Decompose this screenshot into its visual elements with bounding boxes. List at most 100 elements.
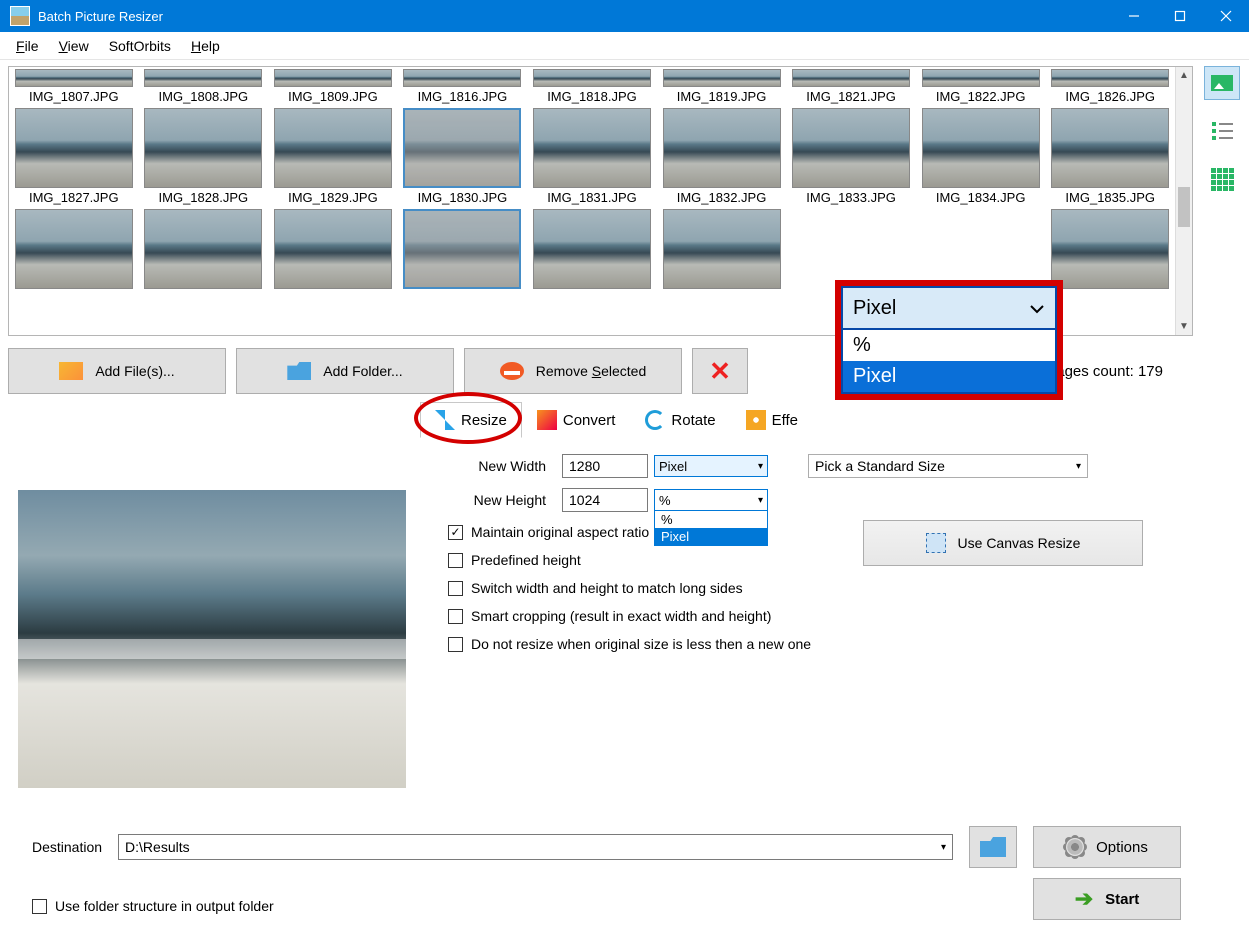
- menu-file[interactable]: File: [6, 34, 49, 58]
- chevron-down-icon: ▾: [758, 461, 763, 472]
- zoom-combo[interactable]: Pixel: [841, 286, 1057, 330]
- standard-size-label: Pick a Standard Size: [815, 458, 945, 474]
- view-list-button[interactable]: [1204, 114, 1240, 148]
- resize-icon: [435, 410, 455, 430]
- maximize-button[interactable]: [1157, 0, 1203, 32]
- tab-resize[interactable]: Resize: [420, 402, 522, 438]
- thumbnail-image[interactable]: [922, 69, 1040, 87]
- width-unit-combo[interactable]: Pixel ▾: [654, 455, 768, 477]
- checkbox-icon: [448, 609, 463, 624]
- list-view-icon: [1212, 122, 1233, 140]
- thumbnail-label: IMG_1834.JPG: [936, 190, 1026, 205]
- convert-icon: [537, 410, 557, 430]
- use-canvas-resize-button[interactable]: Use Canvas Resize: [863, 520, 1143, 566]
- tab-rotate[interactable]: Rotate: [630, 402, 730, 438]
- preview-image: [18, 490, 406, 788]
- thumbnail-image[interactable]: [663, 209, 781, 289]
- new-height-label: New Height: [426, 492, 546, 508]
- smart-crop-checkbox[interactable]: Smart cropping (result in exact width an…: [448, 608, 1193, 624]
- thumbnail-image[interactable]: [15, 69, 133, 87]
- new-height-input[interactable]: [562, 488, 648, 512]
- add-files-label: Add File(s)...: [95, 363, 174, 379]
- clear-all-button[interactable]: ✕: [692, 348, 748, 394]
- new-width-input[interactable]: [562, 454, 648, 478]
- thumbnail-image[interactable]: [533, 209, 651, 289]
- do-not-resize-label: Do not resize when original size is less…: [471, 636, 811, 652]
- unit-option-pixel[interactable]: Pixel: [655, 528, 767, 545]
- thumbnail-image[interactable]: [144, 69, 262, 87]
- app-icon: [10, 6, 30, 26]
- minimize-button[interactable]: [1111, 0, 1157, 32]
- zoom-dropdown-callout: Pixel % Pixel: [835, 280, 1063, 400]
- switch-wh-checkbox[interactable]: Switch width and height to match long si…: [448, 580, 1193, 596]
- thumbnail-image[interactable]: [663, 69, 781, 87]
- thumbnail-scrollbar[interactable]: ▲ ▼: [1175, 67, 1192, 335]
- zoom-option-percent[interactable]: %: [843, 330, 1055, 361]
- thumbnail-image[interactable]: [1051, 69, 1169, 87]
- thumbnail-image[interactable]: [403, 209, 521, 289]
- use-folder-structure-checkbox[interactable]: Use folder structure in output folder: [32, 898, 274, 914]
- menu-help[interactable]: Help: [181, 34, 230, 58]
- options-button[interactable]: Options: [1033, 826, 1181, 868]
- thumbnail-label: IMG_1816.JPG: [418, 89, 508, 104]
- destination-value: D:\Results: [125, 839, 190, 855]
- thumbnail-image[interactable]: [533, 108, 651, 188]
- menu-softorbits[interactable]: SoftOrbits: [99, 34, 181, 58]
- thumbnail-image[interactable]: [792, 69, 910, 87]
- start-button[interactable]: ➔ Start: [1033, 878, 1181, 920]
- unit-option-percent[interactable]: %: [655, 511, 767, 528]
- folder-icon: [287, 362, 311, 380]
- add-files-button[interactable]: Add File(s)...: [8, 348, 226, 394]
- thumbnail-label: IMG_1818.JPG: [547, 89, 637, 104]
- thumbnail-label: IMG_1808.JPG: [159, 89, 249, 104]
- thumbnail-label: IMG_1821.JPG: [806, 89, 896, 104]
- thumbnail-label: IMG_1809.JPG: [288, 89, 378, 104]
- zoom-option-pixel[interactable]: Pixel: [843, 361, 1055, 392]
- view-grid-button[interactable]: [1204, 162, 1240, 196]
- add-folder-button[interactable]: Add Folder...: [236, 348, 454, 394]
- tab-effects[interactable]: Effe: [731, 402, 813, 438]
- resize-form: Resize Convert Rotate Effe: [406, 400, 1193, 818]
- scroll-up-icon[interactable]: ▲: [1176, 67, 1192, 84]
- height-unit-combo[interactable]: % ▾ % Pixel: [654, 489, 768, 511]
- thumbnail-image[interactable]: [144, 108, 262, 188]
- thumbnail-image[interactable]: [1051, 108, 1169, 188]
- width-unit-value: Pixel: [659, 459, 687, 474]
- thumbnail-image[interactable]: [922, 108, 1040, 188]
- thumbnail-image[interactable]: [15, 209, 133, 289]
- browse-folder-button[interactable]: [969, 826, 1017, 868]
- thumbnail-image[interactable]: [144, 209, 262, 289]
- thumbnail-image[interactable]: [274, 69, 392, 87]
- tab-convert[interactable]: Convert: [522, 402, 631, 438]
- thumbnail-image[interactable]: [403, 69, 521, 87]
- title-bar: Batch Picture Resizer: [0, 0, 1249, 32]
- zoom-dropdown-list: % Pixel: [841, 330, 1057, 394]
- thumbnail-image[interactable]: [792, 108, 910, 188]
- checkbox-checked-icon: ✓: [448, 525, 463, 540]
- thumbnail-image[interactable]: [533, 69, 651, 87]
- height-unit-value: %: [659, 493, 671, 508]
- view-thumbnails-button[interactable]: [1204, 66, 1240, 100]
- chevron-down-icon: [1029, 297, 1045, 320]
- smart-crop-label: Smart cropping (result in exact width an…: [471, 608, 771, 624]
- unit-dropdown-list: % Pixel: [654, 510, 768, 546]
- thumbnail-label: IMG_1819.JPG: [677, 89, 767, 104]
- thumbnail-image[interactable]: [15, 108, 133, 188]
- thumbnail-image[interactable]: [274, 108, 392, 188]
- right-toolbar: [1201, 60, 1249, 928]
- canvas-icon: [926, 533, 946, 553]
- close-button[interactable]: [1203, 0, 1249, 32]
- destination-combo[interactable]: D:\Results ▾: [118, 834, 953, 860]
- do-not-resize-checkbox[interactable]: Do not resize when original size is less…: [448, 636, 1193, 652]
- gear-icon: [1066, 838, 1084, 856]
- scroll-down-icon[interactable]: ▼: [1176, 318, 1192, 335]
- thumbnail-image[interactable]: [274, 209, 392, 289]
- thumbnail-image-selected[interactable]: [403, 108, 521, 188]
- remove-selected-button[interactable]: Remove Selected: [464, 348, 682, 394]
- thumbnail-image[interactable]: [663, 108, 781, 188]
- scrollbar-thumb[interactable]: [1178, 187, 1190, 227]
- menu-bar: File View SoftOrbits Help: [0, 32, 1249, 60]
- thumbnail-image[interactable]: [1051, 209, 1169, 289]
- menu-view[interactable]: View: [49, 34, 99, 58]
- standard-size-combo[interactable]: Pick a Standard Size ▾: [808, 454, 1088, 478]
